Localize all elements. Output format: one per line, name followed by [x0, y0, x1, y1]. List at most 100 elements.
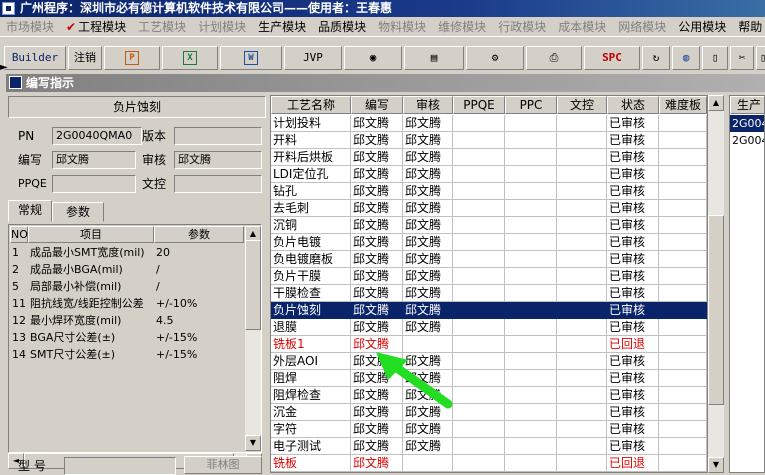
table-row[interactable]: LDI定位孔 邱文腾 邱文腾 已审核: [271, 166, 707, 183]
table-row[interactable]: 负片蚀刻 邱文腾 邱文腾 已审核: [271, 302, 707, 319]
param-scroll-thumb[interactable]: [245, 240, 261, 330]
table-row[interactable]: 电子测试 邱文腾 邱文腾 已审核: [271, 438, 707, 455]
menu-item[interactable]: 生产模块: [252, 17, 312, 36]
database-button[interactable]: ▤: [404, 46, 464, 70]
menu-item[interactable]: 物料模块: [372, 17, 432, 36]
table-row[interactable]: 退膜 邱文腾 邱文腾 已审核: [271, 319, 707, 336]
col-status[interactable]: 状态: [607, 96, 659, 114]
param-row[interactable]: 2 成品最小BGA(mil) /: [10, 261, 244, 278]
param-row[interactable]: 12 最小焊环宽度(mil) 4.5: [10, 312, 244, 329]
table-row[interactable]: 开料 邱文腾 邱文腾 已审核: [271, 132, 707, 149]
writer-field[interactable]: 邱文腾: [52, 151, 136, 169]
window-menu-icon[interactable]: ►: [0, 62, 8, 73]
tab-general[interactable]: 常规: [8, 200, 52, 222]
print-button[interactable]: ⎙: [526, 46, 582, 70]
col-reviewer[interactable]: 审核: [403, 96, 453, 114]
param-col-item[interactable]: 项目: [28, 226, 154, 243]
new-button[interactable]: ▯: [702, 46, 728, 70]
menu-item[interactable]: 工艺模块: [132, 17, 192, 36]
ppqe-field[interactable]: [52, 175, 136, 193]
table-row[interactable]: 字符 邱文腾 邱文腾 已审核: [271, 421, 707, 438]
film-drawing-button[interactable]: 菲林图: [184, 456, 262, 474]
cell-ppc: [505, 302, 557, 319]
cell-doc: [557, 132, 607, 149]
cell-ppc: [505, 370, 557, 387]
table-row[interactable]: 开料后烘板 邱文腾 邱文腾 已审核: [271, 149, 707, 166]
process-grid-scrollbar[interactable]: ▲ ▼: [708, 95, 724, 473]
cut-button[interactable]: ✂: [730, 46, 754, 70]
menu-item[interactable]: 维修模块: [432, 17, 492, 36]
table-row[interactable]: 钻孔 邱文腾 邱文腾 已审核: [271, 183, 707, 200]
production-list-item[interactable]: 2G004: [730, 132, 764, 149]
tab-parameters[interactable]: 参数: [52, 202, 104, 222]
jvp-button[interactable]: JVP: [284, 46, 342, 70]
menu-item[interactable]: 市场模块: [0, 17, 60, 36]
cell-ppqe: [453, 217, 505, 234]
process-title: 负片蚀刻: [8, 96, 266, 118]
table-row[interactable]: 阻焊检查 邱文腾 邱文腾 已审核: [271, 387, 707, 404]
word-button[interactable]: W: [220, 46, 282, 70]
spc-button[interactable]: SPC: [584, 46, 640, 70]
table-row[interactable]: 铣板1 邱文腾 已回退: [271, 336, 707, 353]
table-row[interactable]: 铣板 邱文腾 已回退: [271, 455, 707, 472]
param-vertical-scrollbar[interactable]: ▲ ▼: [245, 226, 261, 451]
excel-button[interactable]: X: [162, 46, 218, 70]
table-row[interactable]: 沉金 邱文腾 邱文腾 已审核: [271, 404, 707, 421]
table-row[interactable]: 外层AOI 邱文腾 邱文腾 已审核: [271, 353, 707, 370]
menu-item[interactable]: 行政模块: [492, 17, 552, 36]
copy-button[interactable]: ▯: [756, 46, 765, 70]
view-button[interactable]: ◉: [344, 46, 402, 70]
scroll-up-icon[interactable]: ▲: [708, 95, 724, 111]
menu-item[interactable]: 品质模块: [312, 17, 372, 36]
col-doc-control[interactable]: 文控: [557, 96, 607, 114]
pn-field[interactable]: 2G0040QMA0: [52, 127, 142, 145]
table-row[interactable]: 负电镀磨板 邱文腾 邱文腾 已审核: [271, 251, 707, 268]
menu-item[interactable]: 成本模块: [552, 17, 612, 36]
col-ppqe[interactable]: PPQE: [453, 96, 505, 114]
powerpoint-button[interactable]: P: [104, 46, 160, 70]
cell-writer: 邱文腾: [351, 370, 403, 387]
refresh-button[interactable]: ↻: [642, 46, 670, 70]
production-list-header[interactable]: 生产: [730, 96, 764, 114]
menu-item[interactable]: 计划模块: [192, 17, 252, 36]
toolbar: Builder 注销 P X W JVP ◉ ▤ ⚙ ⎙ SPC ↻ ◍ ▯ ✂…: [0, 45, 765, 71]
col-difficulty[interactable]: 难度板: [659, 96, 707, 114]
table-row[interactable]: 阻焊 邱文腾 邱文腾 已审核: [271, 370, 707, 387]
param-row[interactable]: 11 阻抗线宽/线距控制公差 +/-10%: [10, 295, 244, 312]
table-row[interactable]: 负片电镀 邱文腾 邱文腾 已审核: [271, 234, 707, 251]
logout-button[interactable]: 注销: [68, 46, 102, 70]
table-row[interactable]: 去毛刺 邱文腾 邱文腾 已审核: [271, 200, 707, 217]
col-ppc[interactable]: PPC: [505, 96, 557, 114]
table-row[interactable]: 负片干膜 邱文腾 邱文腾 已审核: [271, 268, 707, 285]
type-field[interactable]: [64, 457, 176, 475]
menu-item[interactable]: 网络模块: [612, 17, 672, 36]
production-list-item[interactable]: 2G004: [730, 115, 764, 132]
scroll-down-icon[interactable]: ▼: [708, 457, 724, 473]
doc-control-field[interactable]: [174, 175, 262, 193]
col-process-name[interactable]: 工艺名称: [271, 96, 351, 114]
param-row[interactable]: 13 BGA尺寸公差(±) +/-15%: [10, 329, 244, 346]
menu-item[interactable]: 帮助: [732, 17, 765, 36]
param-row[interactable]: 14 SMT尺寸公差(±) +/-15%: [10, 346, 244, 363]
reviewer-field[interactable]: 邱文腾: [174, 151, 262, 169]
table-row[interactable]: 干膜检查 邱文腾 邱文腾 已审核: [271, 285, 707, 302]
menu-item[interactable]: ✔ 工程模块: [60, 17, 132, 36]
param-col-no[interactable]: NO: [10, 226, 28, 243]
internet-button[interactable]: ◍: [672, 46, 700, 70]
table-row[interactable]: 计划投料 邱文腾 邱文腾 已审核: [271, 115, 707, 132]
param-cell-no: 1: [12, 246, 19, 259]
cell-ppqe: [453, 455, 505, 472]
tools-button[interactable]: ⚙: [466, 46, 524, 70]
process-grid-scroll-thumb[interactable]: [708, 215, 724, 405]
col-writer[interactable]: 编写: [351, 96, 403, 114]
param-cell-item: 成品最小BGA(mil): [30, 263, 123, 276]
param-col-value[interactable]: 参数: [154, 226, 244, 243]
param-row[interactable]: 1 成品最小SMT宽度(mil) 20: [10, 244, 244, 261]
builder-button[interactable]: Builder: [4, 46, 66, 70]
table-row[interactable]: 沉铜 邱文腾 邱文腾 已审核: [271, 217, 707, 234]
version-field[interactable]: [174, 127, 262, 145]
cell-reviewer: [403, 455, 453, 472]
param-row[interactable]: 5 局部最小补偿(mil) /: [10, 278, 244, 295]
menu-item[interactable]: 公用模块: [672, 17, 732, 36]
scroll-down-icon[interactable]: ▼: [245, 435, 261, 451]
